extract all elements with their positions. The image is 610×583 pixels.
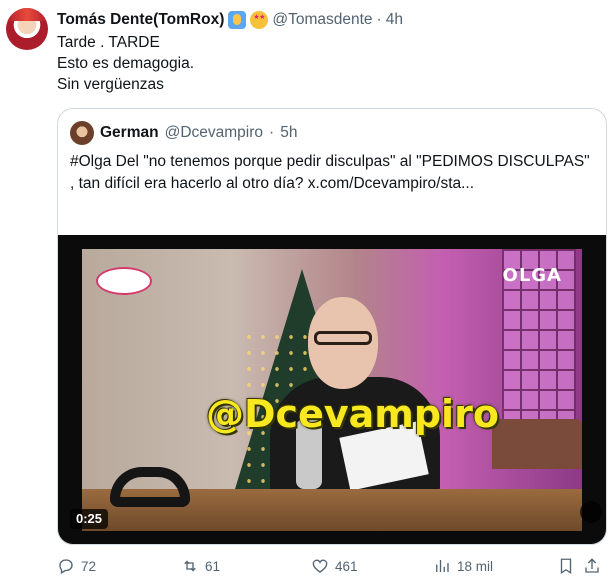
- video-player[interactable]: OLGA @Dcevampiro 0:25: [58, 235, 606, 544]
- channel-logo: [96, 267, 152, 295]
- repost-button[interactable]: 61: [181, 554, 220, 578]
- tweet[interactable]: Tomás Dente(TomRox) @Tomasdente · 4h Tar…: [0, 0, 610, 583]
- tweet-line: Tarde . TARDE: [57, 34, 160, 51]
- star-struck-emoji-icon: [250, 11, 269, 29]
- reply-count: 72: [81, 558, 97, 574]
- quote-author-name: German: [100, 124, 159, 141]
- like-count: 461: [335, 558, 358, 574]
- bookmark-icon: [560, 558, 572, 575]
- repost-count: 61: [205, 558, 221, 574]
- views-button[interactable]: 18 mil: [433, 554, 493, 578]
- quote-handle: @Dcevampiro: [164, 124, 264, 141]
- channel-label: OLGA: [502, 265, 562, 286]
- raising-hand-emoji-icon: [228, 11, 247, 29]
- video-duration: 0:25: [70, 509, 109, 529]
- separator-dot: ·: [269, 124, 275, 141]
- video-glasses: [314, 331, 372, 345]
- action-bar: 72 61 461 18 mil: [57, 554, 607, 578]
- video-headphones: [110, 467, 190, 507]
- author-avatar[interactable]: [6, 8, 48, 50]
- views-icon: [436, 560, 449, 572]
- quote-header: German @Dcevampiro · 5h: [70, 121, 297, 145]
- reply-button[interactable]: 72: [57, 554, 96, 578]
- views-count: 18 mil: [457, 558, 494, 574]
- share-icon: [585, 558, 599, 573]
- video-overlay-text: @Dcevampiro: [206, 392, 499, 436]
- quoted-tweet[interactable]: German @Dcevampiro · 5h #Olga Del "no te…: [57, 108, 607, 545]
- video-couch: [492, 419, 582, 469]
- like-button[interactable]: 461: [311, 554, 358, 578]
- separator-dot: ·: [376, 11, 382, 28]
- author-name[interactable]: Tomás Dente(TomRox): [57, 11, 224, 29]
- volume-icon[interactable]: [580, 501, 602, 523]
- author-handle[interactable]: @Tomasdente: [272, 11, 372, 29]
- tweet-line: Sin vergüenzas: [57, 76, 164, 93]
- reply-icon: [59, 559, 73, 574]
- repost-icon: [184, 560, 196, 572]
- tweet-line: Esto es demagogia.: [57, 55, 195, 72]
- tweet-time[interactable]: 4h: [386, 11, 403, 29]
- bookmark-button[interactable]: [557, 554, 575, 578]
- quote-avatar: [70, 121, 94, 145]
- share-button[interactable]: [583, 554, 601, 578]
- heart-icon: [312, 559, 328, 573]
- tweet-text: Tarde . TARDE Esto es demagogia. Sin ver…: [57, 32, 587, 95]
- video-frame: OLGA @Dcevampiro: [82, 249, 582, 531]
- avatar-cap: [6, 8, 48, 21]
- quote-time: 5h: [280, 124, 298, 141]
- quote-text: #Olga Del "no tenemos porque pedir discu…: [70, 153, 590, 192]
- tweet-header: Tomás Dente(TomRox) @Tomasdente · 4h: [57, 9, 403, 31]
